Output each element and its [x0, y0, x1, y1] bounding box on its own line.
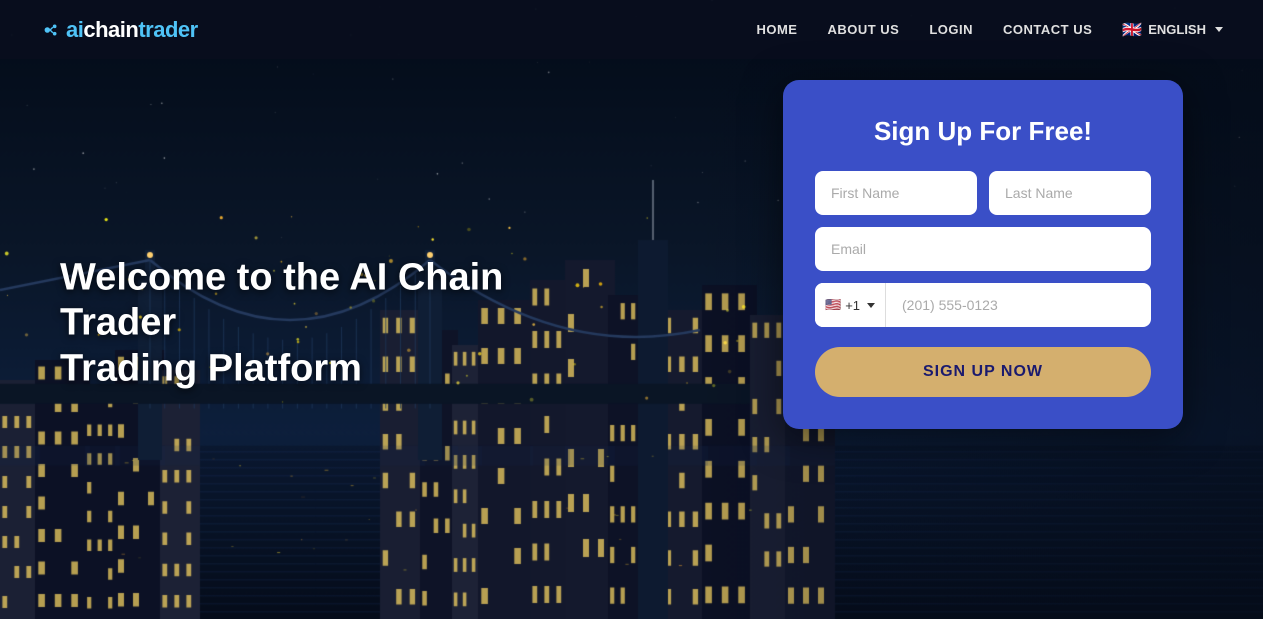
nav-language-selector[interactable]: 🇬🇧 ENGLISH: [1122, 20, 1223, 40]
signup-card: Sign Up For Free! 🇺🇸 +1 SIGN UP NOW: [783, 80, 1183, 429]
us-flag-icon: 🇺🇸: [825, 297, 841, 313]
last-name-input[interactable]: [989, 171, 1151, 215]
nav-links: HOME ABOUT US LOGIN CONTACT US 🇬🇧 ENGLIS…: [756, 20, 1223, 40]
flag-icon: 🇬🇧: [1122, 20, 1142, 40]
navbar: aichaintrader HOME ABOUT US LOGIN CONTAC…: [0, 0, 1263, 59]
logo[interactable]: aichaintrader: [40, 17, 198, 43]
email-row: [815, 227, 1151, 271]
logo-trader-text: trader: [138, 17, 197, 43]
phone-row: 🇺🇸 +1: [815, 283, 1151, 327]
nav-link-about[interactable]: ABOUT US: [827, 22, 899, 37]
hero-title: Welcome to the AI Chain Trader Trading P…: [60, 255, 620, 392]
nav-item-contact[interactable]: CONTACT US: [1003, 21, 1092, 39]
nav-link-home[interactable]: HOME: [756, 22, 797, 37]
language-label: ENGLISH: [1148, 22, 1206, 37]
phone-country-selector[interactable]: 🇺🇸 +1: [815, 283, 886, 327]
hero-section: aichaintrader HOME ABOUT US LOGIN CONTAC…: [0, 0, 1263, 619]
signup-button[interactable]: SIGN UP NOW: [815, 347, 1151, 397]
phone-input[interactable]: [886, 283, 1151, 327]
nav-link-contact[interactable]: CONTACT US: [1003, 22, 1092, 37]
logo-chain-text: chain: [83, 17, 138, 43]
chevron-down-icon: [1215, 27, 1223, 32]
email-input[interactable]: [815, 227, 1151, 271]
first-name-input[interactable]: [815, 171, 977, 215]
nav-item-home[interactable]: HOME: [756, 21, 797, 39]
country-code: +1: [845, 298, 860, 313]
nav-item-about[interactable]: ABOUT US: [827, 21, 899, 39]
name-row: [815, 171, 1151, 215]
logo-icon: [40, 19, 62, 41]
logo-ai-text: ai: [66, 17, 83, 43]
hero-content: Welcome to the AI Chain Trader Trading P…: [60, 255, 620, 392]
nav-link-login[interactable]: LOGIN: [929, 22, 973, 37]
phone-chevron-icon: [867, 303, 875, 308]
nav-item-login[interactable]: LOGIN: [929, 21, 973, 39]
signup-title: Sign Up For Free!: [815, 116, 1151, 147]
